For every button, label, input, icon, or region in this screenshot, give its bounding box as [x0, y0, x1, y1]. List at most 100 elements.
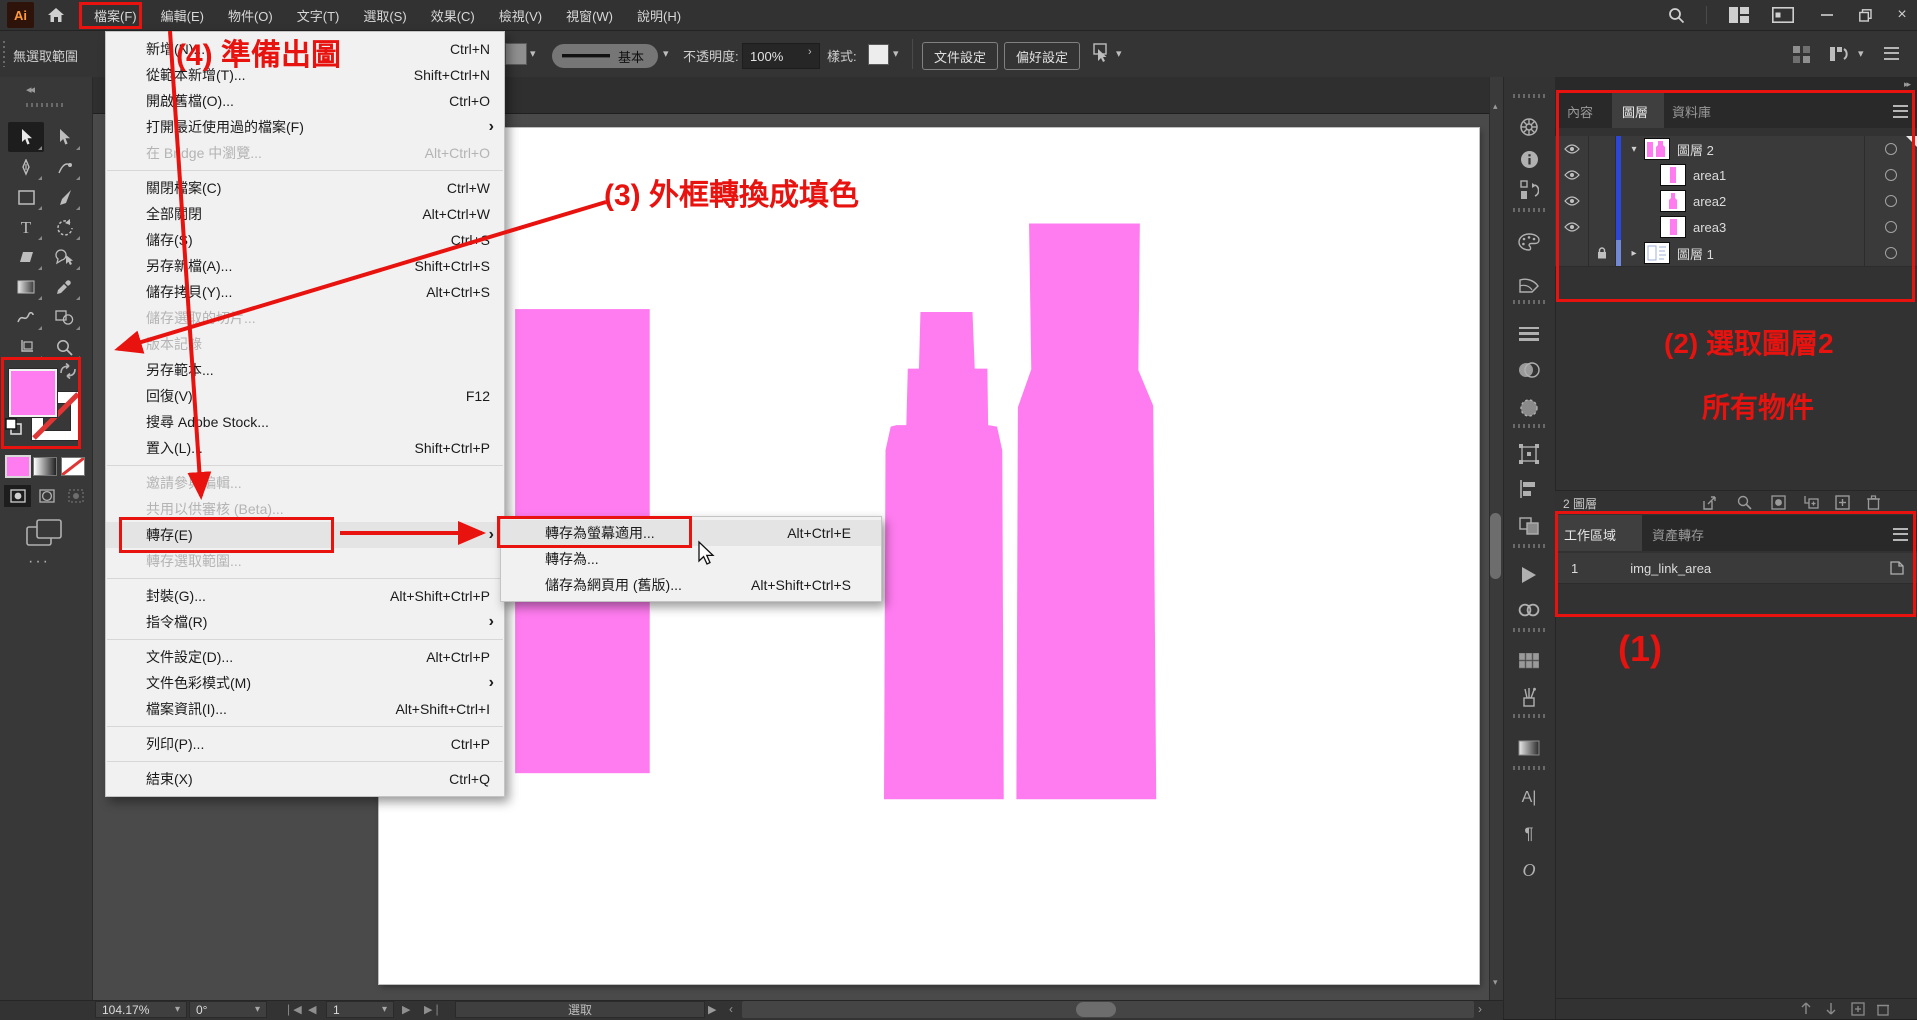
visibility-eye-icon[interactable] [1555, 162, 1589, 188]
menu-item-document-setup[interactable]: 文件設定(D)...Alt+Ctrl+P [106, 644, 504, 670]
workspace-switcher-icon[interactable] [1729, 7, 1749, 23]
arrange-documents-icon[interactable] [1830, 45, 1854, 63]
menu-item-exit[interactable]: 結束(X)Ctrl+Q [106, 766, 504, 792]
delete-layer-icon[interactable] [1867, 495, 1880, 510]
document-setup-button[interactable]: 文件設定 [922, 42, 998, 70]
menu-item-place[interactable]: 置入(L)...Shift+Ctrl+P [106, 435, 504, 461]
menu-item-open-recent[interactable]: 打開最近使用過的檔案(F)› [106, 114, 504, 140]
draw-behind-mode[interactable] [33, 485, 60, 507]
submenu-item-export-for-screens[interactable]: 轉存為螢幕適用...Alt+Ctrl+E [501, 520, 881, 546]
collapse-panel-icon[interactable]: ◂◂ [26, 83, 33, 96]
menu-item-new[interactable]: 新增(N)...Ctrl+N [106, 36, 504, 62]
home-icon[interactable] [46, 5, 66, 25]
stroke-color-dropdown-icon[interactable]: ▾ [530, 47, 536, 60]
new-sublayer-icon[interactable] [1803, 495, 1819, 510]
character-panel-icon[interactable]: A| [1511, 784, 1547, 812]
strip-grip[interactable] [1513, 208, 1545, 212]
actions-panel-icon[interactable] [1511, 561, 1547, 589]
minimize-button[interactable] [1809, 0, 1845, 30]
tab-libraries[interactable]: 資料庫 [1672, 102, 1711, 121]
menu-item-save[interactable]: 儲存(S)Ctrl+S [106, 227, 504, 253]
lock-column[interactable] [1589, 214, 1616, 240]
layer-row-area1[interactable]: area1 [1555, 162, 1917, 189]
visibility-eye-icon[interactable] [1555, 214, 1589, 240]
chevron-right-icon[interactable]: ▸ [1627, 248, 1641, 259]
layer-name[interactable]: area2 [1693, 194, 1864, 209]
color-panel-icon[interactable] [1511, 228, 1547, 256]
pen-tool[interactable] [8, 152, 44, 182]
arrange-dropdown-icon[interactable]: ▾ [1858, 47, 1864, 60]
menu-item-document-color-mode[interactable]: 文件色彩模式(M)› [106, 670, 504, 696]
artboard-tool[interactable] [8, 332, 44, 362]
artboard-name[interactable]: img_link_area [1630, 561, 1889, 576]
menu-help[interactable]: 說明(H) [625, 0, 693, 30]
color-guide-icon[interactable] [1511, 270, 1547, 298]
opacity-expand-icon[interactable]: › [808, 46, 812, 58]
color-button-fill[interactable] [5, 455, 31, 478]
horizontal-scrollbar[interactable] [742, 1001, 1474, 1018]
menu-item-save-as-template[interactable]: 另存範本... [106, 357, 504, 383]
pathfinder-panel-icon[interactable] [1511, 512, 1547, 540]
rotation-dropdown[interactable]: 0°▾ [189, 1001, 267, 1018]
stroke-panel-icon[interactable] [1511, 320, 1547, 348]
locate-object-icon[interactable] [1737, 495, 1752, 510]
artboard-page-icon[interactable] [1889, 560, 1905, 576]
layers-panel-menu-icon[interactable] [1893, 105, 1908, 118]
menu-object[interactable]: 物件(O) [216, 0, 285, 30]
shape-builder-tool[interactable] [46, 302, 82, 332]
tab-artboards[interactable]: 工作區域 [1564, 525, 1616, 544]
delete-artboard-icon[interactable] [1877, 1002, 1889, 1016]
menu-item-revert[interactable]: 回復(V)F12 [106, 383, 504, 409]
collapse-dock-icon[interactable]: ▸▸ [1904, 79, 1909, 90]
menu-item-open[interactable]: 開啟舊檔(O)...Ctrl+O [106, 88, 504, 114]
strip-grip[interactable] [1513, 766, 1545, 770]
prev-artboard-icon[interactable]: ◀ [308, 1003, 316, 1016]
isolate-dropdown-icon[interactable]: ▾ [1116, 47, 1122, 60]
type-tool[interactable]: T [8, 212, 44, 242]
width-tool[interactable] [8, 302, 44, 332]
close-button[interactable]: × [1884, 0, 1917, 30]
new-artboard-icon[interactable] [1851, 1002, 1865, 1016]
artwork-bottle-small[interactable] [884, 312, 1004, 799]
reorder-up-icon[interactable] [1800, 1002, 1812, 1015]
draw-normal-mode[interactable] [4, 485, 31, 507]
last-artboard-icon[interactable]: ▶❘ [424, 1003, 442, 1016]
layer-name[interactable]: 圖層 1 [1677, 244, 1864, 263]
target-circle-icon[interactable] [1885, 143, 1897, 155]
stroke-style-dropdown[interactable]: 基本 [552, 44, 658, 68]
isolate-selection-icon[interactable] [1090, 43, 1112, 63]
horizontal-scroll-thumb[interactable] [1076, 1002, 1116, 1017]
vertical-scroll-thumb[interactable] [1490, 513, 1501, 579]
visibility-eye-icon[interactable] [1555, 188, 1589, 214]
strip-grip[interactable] [1513, 424, 1545, 428]
controlbar-menu-icon[interactable] [1884, 47, 1899, 60]
menu-item-file-info[interactable]: 檔案資訊(I)...Alt+Shift+Ctrl+I [106, 696, 504, 722]
menu-item-close-all[interactable]: 全部關閉Alt+Ctrl+W [106, 201, 504, 227]
visibility-column[interactable] [1555, 240, 1589, 266]
target-column[interactable] [1864, 188, 1917, 214]
gradient-tool[interactable] [8, 272, 44, 302]
menu-item-save-a-copy[interactable]: 儲存拷貝(Y)...Alt+Ctrl+S [106, 279, 504, 305]
layer2-thumbnail[interactable] [1644, 138, 1670, 160]
new-layer-icon[interactable] [1835, 495, 1850, 510]
layer-name[interactable]: 圖層 2 [1677, 140, 1864, 159]
strip-grip[interactable] [1513, 300, 1545, 304]
layer-name[interactable]: area1 [1693, 168, 1864, 183]
direct-selection-tool[interactable] [46, 122, 82, 152]
style-swatch[interactable] [868, 44, 889, 65]
eraser-tool[interactable] [8, 242, 44, 272]
submenu-item-export-as[interactable]: 轉存為... [501, 546, 881, 572]
area3-thumbnail[interactable] [1660, 216, 1686, 238]
zoom-tool[interactable] [46, 332, 82, 362]
menu-file[interactable]: 檔案(F) [82, 0, 149, 30]
swatches-panel-icon[interactable] [1511, 647, 1547, 675]
status-expand-icon[interactable]: ▶ [708, 1003, 716, 1016]
properties-wheel-icon[interactable] [1511, 113, 1547, 141]
stroke-color-well[interactable] [505, 43, 527, 65]
curvature-tool[interactable] [46, 152, 82, 182]
tab-properties[interactable]: 內容 [1567, 102, 1593, 121]
transparency-panel-icon[interactable] [1511, 356, 1547, 384]
screen-mode-icon[interactable] [26, 519, 64, 547]
menu-select[interactable]: 選取(S) [351, 0, 418, 30]
paintbrush-tool[interactable] [46, 182, 82, 212]
